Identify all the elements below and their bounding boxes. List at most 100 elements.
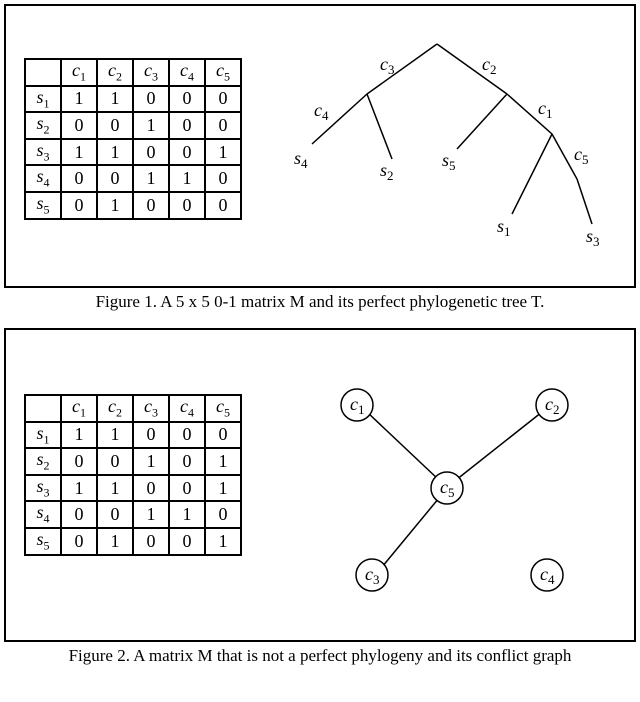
- svg-text:s3: s3: [586, 226, 600, 249]
- svg-text:s2: s2: [380, 160, 394, 183]
- cell: 1: [97, 475, 133, 502]
- svg-text:s5: s5: [442, 150, 456, 173]
- table-row: s4 0 0 1 1 0: [25, 501, 241, 528]
- cell: 0: [61, 192, 97, 219]
- matrix-1: c1 c2 c3 c4 c5 s1 1 1 0 0 0 s2 0 0 1 0 0: [24, 58, 242, 220]
- table-row: s2 0 0 1 0 1: [25, 448, 241, 475]
- table-row: s3 1 1 0 0 1: [25, 139, 241, 166]
- cell: 0: [205, 165, 241, 192]
- cell: 0: [205, 501, 241, 528]
- svg-text:c5: c5: [574, 144, 589, 167]
- table-row: s4 0 0 1 1 0: [25, 165, 241, 192]
- col-header: c4: [169, 59, 205, 86]
- col-header: c1: [61, 59, 97, 86]
- col-header: c2: [97, 59, 133, 86]
- cell: 1: [97, 528, 133, 555]
- cell: 0: [97, 112, 133, 139]
- cell: 0: [169, 475, 205, 502]
- cell: 1: [205, 448, 241, 475]
- cell: 0: [169, 422, 205, 449]
- cell: 0: [133, 139, 169, 166]
- row-header: s2: [25, 448, 61, 475]
- row-header: s3: [25, 139, 61, 166]
- cell: 0: [97, 165, 133, 192]
- col-header: c5: [205, 395, 241, 422]
- table-row: s1 1 1 0 0 0: [25, 86, 241, 113]
- table-row: s1 1 1 0 0 0: [25, 422, 241, 449]
- cell: 0: [169, 112, 205, 139]
- svg-text:c3: c3: [380, 54, 395, 77]
- cell: 0: [169, 86, 205, 113]
- cell: 1: [61, 86, 97, 113]
- cell: 1: [133, 501, 169, 528]
- row-header: s4: [25, 165, 61, 192]
- cell: 1: [97, 86, 133, 113]
- figure-2-frame: c1 c2 c3 c4 c5 s1 1 1 0 0 0 s2 0 0 1 0 1: [4, 328, 636, 642]
- header-row: c1 c2 c3 c4 c5: [25, 59, 241, 86]
- figure-1-inner: c1 c2 c3 c4 c5 s1 1 1 0 0 0 s2 0 0 1 0 0: [6, 6, 634, 292]
- cell: 1: [133, 165, 169, 192]
- header-row: c1 c2 c3 c4 c5: [25, 395, 241, 422]
- cell: 0: [205, 86, 241, 113]
- cell: 0: [169, 528, 205, 555]
- row-header: s4: [25, 501, 61, 528]
- cell: 0: [61, 528, 97, 555]
- cell: 1: [205, 475, 241, 502]
- cell: 0: [169, 192, 205, 219]
- svg-text:c4: c4: [314, 100, 329, 123]
- cell: 1: [61, 475, 97, 502]
- cell: 0: [61, 501, 97, 528]
- row-header: s3: [25, 475, 61, 502]
- cell: 1: [205, 139, 241, 166]
- corner-cell: [25, 395, 61, 422]
- row-header: s2: [25, 112, 61, 139]
- cell: 1: [169, 501, 205, 528]
- cell: 0: [133, 475, 169, 502]
- row-header: s1: [25, 86, 61, 113]
- figure-1-frame: c1 c2 c3 c4 c5 s1 1 1 0 0 0 s2 0 0 1 0 0: [4, 4, 636, 288]
- figure-2-caption: Figure 2. A matrix M that is not a perfe…: [4, 646, 636, 666]
- table-row: s2 0 0 1 0 0: [25, 112, 241, 139]
- figure-2-inner: c1 c2 c3 c4 c5 s1 1 1 0 0 0 s2 0 0 1 0 1: [6, 330, 634, 640]
- col-header: c2: [97, 395, 133, 422]
- cell: 0: [61, 448, 97, 475]
- col-header: c5: [205, 59, 241, 86]
- cell: 1: [133, 448, 169, 475]
- col-header: c3: [133, 395, 169, 422]
- table-row: s3 1 1 0 0 1: [25, 475, 241, 502]
- cell: 0: [97, 448, 133, 475]
- col-header: c3: [133, 59, 169, 86]
- cell: 1: [97, 192, 133, 219]
- cell: 0: [97, 501, 133, 528]
- cell: 1: [97, 422, 133, 449]
- matrix-2: c1 c2 c3 c4 c5 s1 1 1 0 0 0 s2 0 0 1 0 1: [24, 394, 242, 556]
- cell: 0: [205, 112, 241, 139]
- col-header: c1: [61, 395, 97, 422]
- cell: 0: [169, 139, 205, 166]
- conflict-graph: c1 c2 c5 c3 c4: [272, 370, 616, 600]
- cell: 0: [169, 448, 205, 475]
- figure-1-caption: Figure 1. A 5 x 5 0-1 matrix M and its p…: [4, 292, 636, 312]
- row-header: s1: [25, 422, 61, 449]
- col-header: c4: [169, 395, 205, 422]
- corner-cell: [25, 59, 61, 86]
- svg-text:s4: s4: [294, 148, 308, 171]
- cell: 0: [205, 422, 241, 449]
- cell: 0: [133, 86, 169, 113]
- cell: 0: [133, 422, 169, 449]
- cell: 0: [133, 528, 169, 555]
- cell: 1: [61, 422, 97, 449]
- row-header: s5: [25, 192, 61, 219]
- cell: 1: [169, 165, 205, 192]
- phylogenetic-tree: c3 c2 c4 c1 c5 s4 s2 s5 s1 s3: [272, 34, 616, 264]
- svg-text:c2: c2: [482, 54, 497, 77]
- cell: 0: [133, 192, 169, 219]
- cell: 1: [205, 528, 241, 555]
- svg-text:s1: s1: [497, 216, 511, 239]
- cell: 0: [61, 165, 97, 192]
- cell: 0: [205, 192, 241, 219]
- row-header: s5: [25, 528, 61, 555]
- svg-text:c1: c1: [538, 98, 553, 121]
- table-row: s5 0 1 0 0 0: [25, 192, 241, 219]
- cell: 1: [61, 139, 97, 166]
